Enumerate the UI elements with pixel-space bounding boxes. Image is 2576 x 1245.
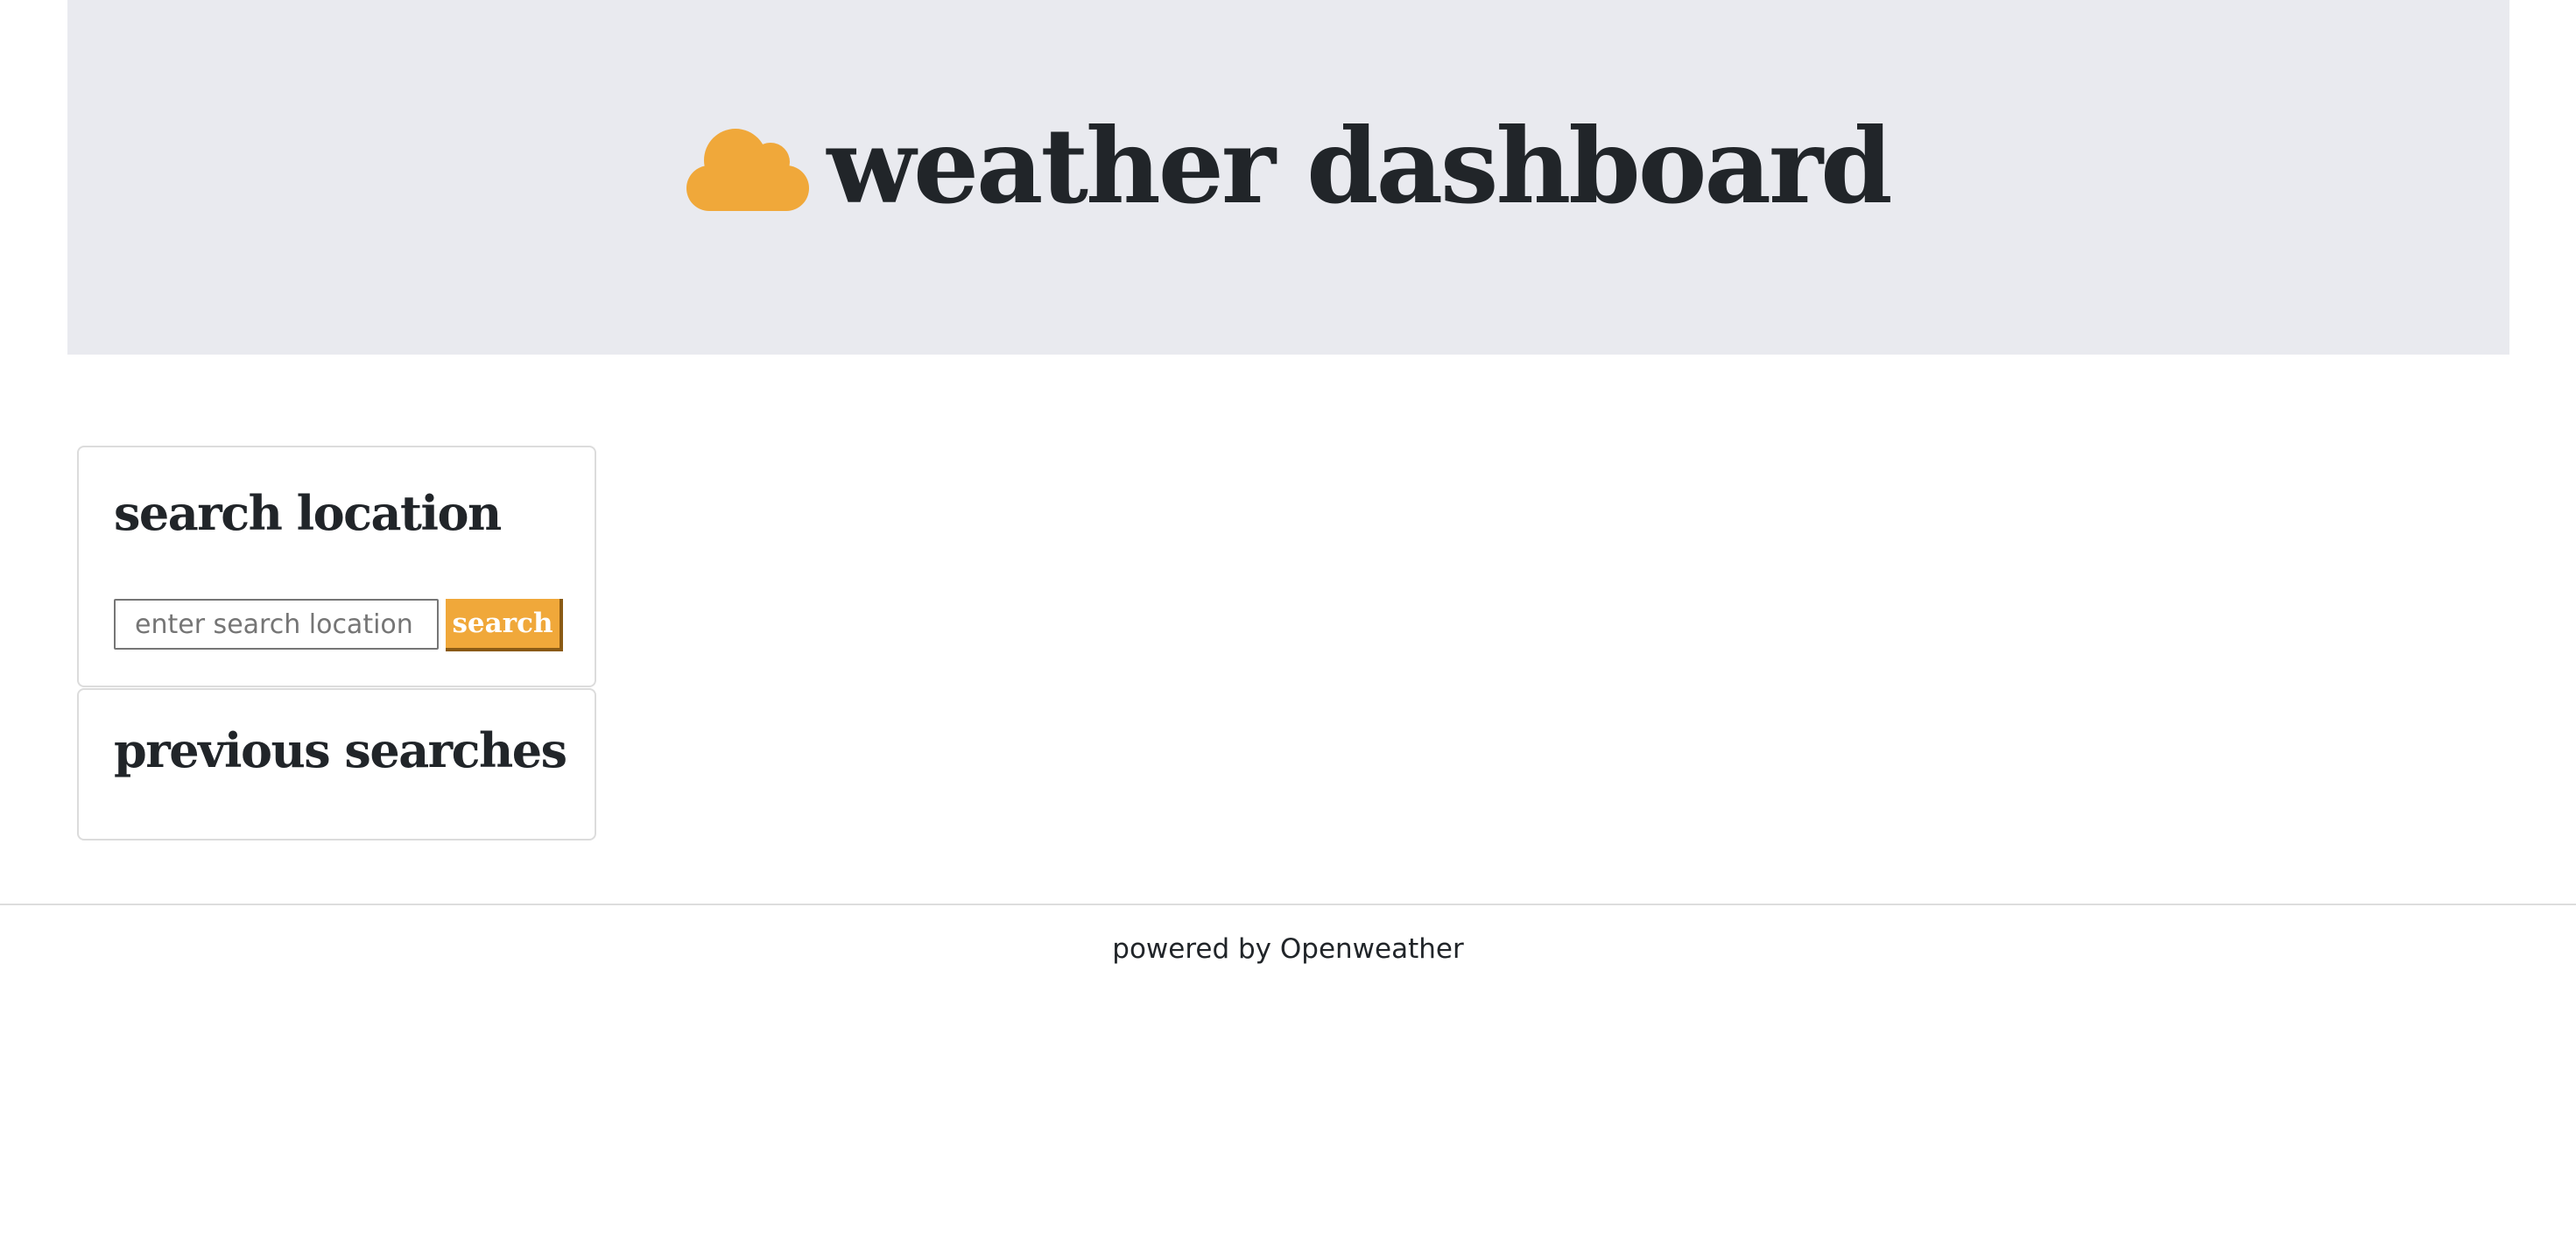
previous-searches-card: previous searches xyxy=(77,688,596,841)
search-form: search xyxy=(114,599,563,651)
page-title: weather dashboard xyxy=(67,105,2509,228)
cloud-icon xyxy=(686,129,810,211)
previous-searches-heading: previous searches xyxy=(114,722,567,778)
search-location-heading: search location xyxy=(114,485,502,541)
footer-credit: powered by Openweather xyxy=(1112,933,1464,965)
page-title-text: weather dashboard xyxy=(827,105,1892,227)
search-location-card: search location search xyxy=(77,446,596,687)
header-banner: weather dashboard xyxy=(67,0,2509,355)
footer: powered by Openweather xyxy=(0,904,2576,965)
search-input[interactable] xyxy=(114,599,439,650)
search-button[interactable]: search xyxy=(446,599,563,651)
